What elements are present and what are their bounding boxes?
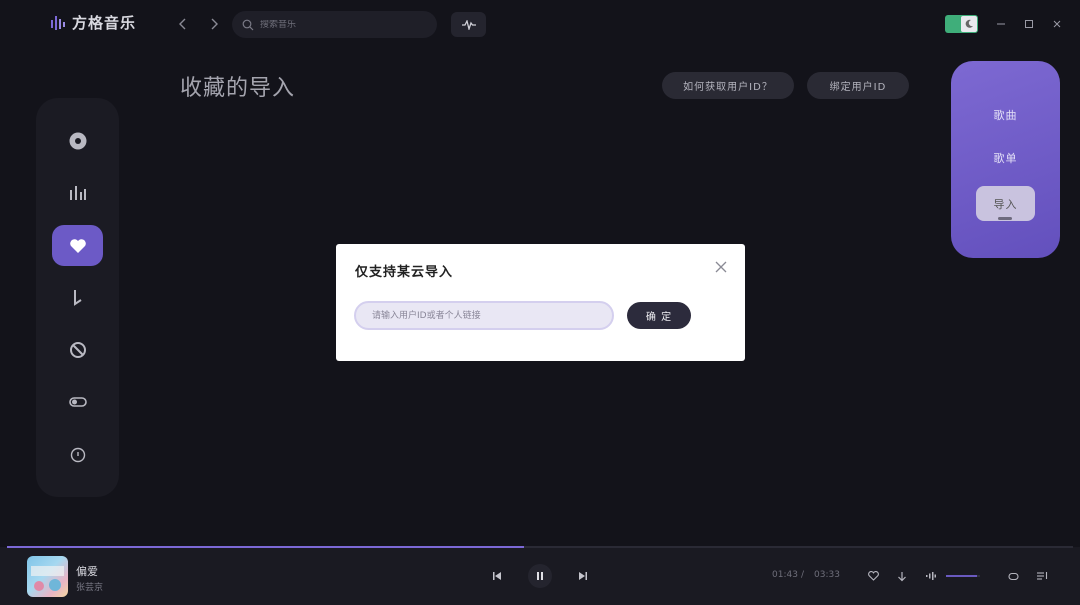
volume-icon — [926, 572, 936, 580]
progress-fill — [7, 546, 524, 548]
app-logo: 方格音乐 — [50, 12, 136, 33]
logo-icon — [51, 15, 65, 30]
search-input[interactable] — [260, 19, 420, 30]
no-entry-icon — [69, 341, 86, 358]
play-pause-button[interactable] — [528, 564, 552, 588]
next-button[interactable] — [574, 567, 592, 585]
moon-icon — [961, 16, 977, 32]
search-icon — [242, 19, 254, 30]
maximize-icon — [1025, 20, 1033, 28]
like-button[interactable] — [864, 567, 882, 585]
playback-progress[interactable] — [7, 546, 1073, 548]
maximize-button[interactable] — [1021, 16, 1037, 32]
song-artist[interactable]: 张芸京 — [76, 580, 103, 593]
close-icon — [715, 261, 727, 273]
download-icon — [898, 571, 906, 581]
sidebar-item-more[interactable] — [52, 434, 103, 475]
total-time: 03:33 — [814, 570, 840, 580]
chevron-right-icon — [211, 18, 218, 30]
chart-icon — [69, 185, 86, 200]
playlist-button[interactable] — [1033, 567, 1051, 585]
soundwave-button[interactable] — [451, 12, 486, 37]
music-note-icon — [73, 289, 82, 306]
tab-songs[interactable]: 歌曲 — [951, 107, 1060, 123]
forward-button[interactable] — [205, 14, 223, 34]
current-time: 01:43 — [772, 570, 798, 580]
album-cover[interactable] — [27, 556, 68, 597]
active-tab-indicator — [998, 217, 1012, 220]
tab-import[interactable]: 导入 — [976, 186, 1035, 221]
skip-next-icon — [579, 572, 587, 580]
confirm-button[interactable]: 确 定 — [627, 302, 691, 329]
sidebar-item-disc[interactable] — [52, 120, 103, 161]
tab-playlists[interactable]: 歌单 — [951, 150, 1060, 166]
pause-icon — [537, 572, 543, 580]
repeat-button[interactable] — [1004, 567, 1022, 585]
song-title[interactable]: 偏爱 — [76, 563, 98, 579]
minimize-button[interactable] — [993, 16, 1009, 32]
circle-icon — [70, 447, 85, 462]
volume-fill — [946, 575, 977, 577]
theme-toggle[interactable] — [945, 15, 978, 33]
download-button[interactable] — [893, 567, 911, 585]
time-separator: / — [801, 570, 805, 580]
user-id-input[interactable] — [354, 301, 614, 330]
previous-button[interactable] — [488, 567, 506, 585]
sidebar — [36, 98, 119, 497]
album-art-image — [31, 566, 64, 591]
repeat-icon — [1007, 572, 1019, 580]
bind-user-id-button[interactable]: 绑定用户ID — [807, 72, 909, 99]
heart-outline-icon — [867, 571, 879, 581]
title-bar: 方格音乐 — [0, 0, 1080, 50]
soundwave-icon — [461, 19, 476, 30]
playlist-icon — [1036, 572, 1047, 580]
close-icon — [1053, 20, 1061, 28]
skip-previous-icon — [493, 572, 501, 580]
page-title: 收藏的导入 — [180, 76, 296, 101]
import-type-panel: 歌曲 歌单 导入 — [951, 61, 1060, 258]
dialog-title: 仅支持某云导入 — [355, 265, 454, 280]
back-button[interactable] — [174, 14, 192, 34]
how-to-get-id-button[interactable]: 如何获取用户ID？ — [662, 72, 794, 99]
sidebar-item-music[interactable] — [52, 277, 103, 318]
volume-slider[interactable] — [946, 575, 980, 577]
app-name: 方格音乐 — [72, 14, 137, 32]
sidebar-item-settings-toggle[interactable] — [52, 381, 103, 422]
import-dialog: 仅支持某云导入 确 定 — [336, 244, 745, 361]
search-box[interactable] — [232, 11, 437, 38]
heart-icon — [69, 238, 86, 253]
disc-icon — [69, 132, 86, 149]
minimize-icon — [997, 23, 1005, 25]
toggle-icon — [68, 396, 87, 407]
close-window-button[interactable] — [1049, 16, 1065, 32]
sidebar-item-blocked[interactable] — [52, 329, 103, 370]
volume-button[interactable] — [922, 567, 940, 585]
sidebar-item-favorites[interactable] — [52, 225, 103, 266]
dialog-close-button[interactable] — [713, 259, 729, 275]
sidebar-item-chart[interactable] — [52, 172, 103, 213]
chevron-left-icon — [179, 18, 186, 30]
